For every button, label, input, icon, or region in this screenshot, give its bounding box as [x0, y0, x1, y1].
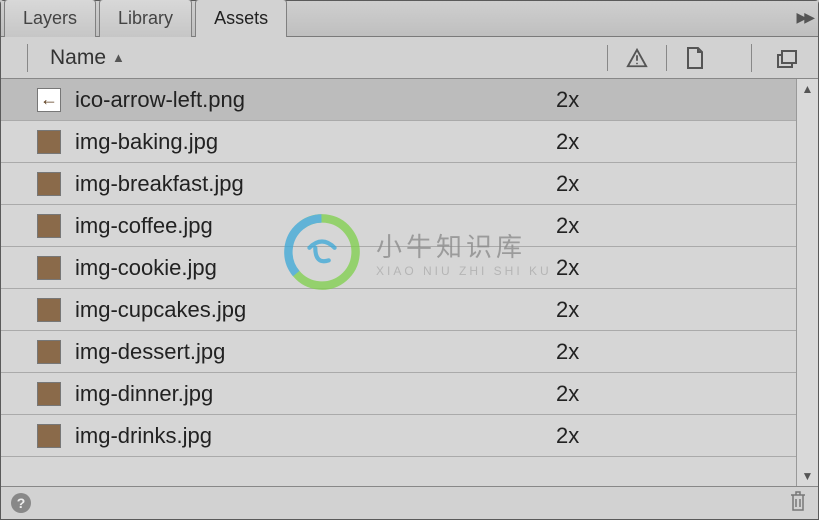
- asset-name: img-cupcakes.jpg: [75, 297, 556, 323]
- asset-name: img-dessert.jpg: [75, 339, 556, 365]
- asset-thumbnail: [37, 214, 61, 238]
- column-separator: [27, 44, 28, 72]
- asset-row[interactable]: ← ico-arrow-left.png2x: [1, 79, 796, 121]
- asset-name: ico-arrow-left.png: [75, 87, 556, 113]
- asset-row[interactable]: img-cupcakes.jpg2x: [1, 289, 796, 331]
- asset-scale: 2x: [556, 423, 796, 449]
- tab-assets[interactable]: Assets: [195, 0, 287, 37]
- asset-name: img-cookie.jpg: [75, 255, 556, 281]
- asset-scale: 2x: [556, 339, 796, 365]
- asset-scale: 2x: [556, 381, 796, 407]
- asset-thumbnail: [37, 424, 61, 448]
- asset-row[interactable]: img-dinner.jpg2x: [1, 373, 796, 415]
- column-separator: [666, 45, 667, 71]
- asset-scale: 2x: [556, 255, 796, 281]
- trash-icon[interactable]: [788, 490, 808, 517]
- vertical-scrollbar[interactable]: ▲ ▼: [796, 79, 818, 486]
- column-separator: [751, 44, 752, 72]
- tab-layers[interactable]: Layers: [4, 0, 96, 37]
- name-column-header[interactable]: Name ▲: [34, 46, 607, 70]
- asset-name: img-drinks.jpg: [75, 423, 556, 449]
- asset-scale: 2x: [556, 171, 796, 197]
- asset-name: img-baking.jpg: [75, 129, 556, 155]
- asset-scale: 2x: [556, 129, 796, 155]
- assets-panel: Layers Library Assets ▶▶ Name ▲ ← ico-arr…: [0, 0, 819, 520]
- asset-row[interactable]: img-coffee.jpg2x: [1, 205, 796, 247]
- scroll-up-icon[interactable]: ▲: [797, 79, 818, 99]
- tab-bar: Layers Library Assets ▶▶: [1, 1, 818, 37]
- sort-ascending-icon: ▲: [112, 50, 125, 65]
- page-icon[interactable]: [685, 46, 705, 70]
- assets-body: ←ico-arrow-left.png2ximg-baking.jpg2ximg…: [1, 79, 818, 487]
- help-button[interactable]: ?: [11, 493, 31, 513]
- collapse-panel-icon[interactable]: ▶▶: [796, 9, 812, 26]
- column-header-row: Name ▲: [1, 37, 818, 79]
- tab-library[interactable]: Library: [99, 0, 192, 37]
- asset-name: img-coffee.jpg: [75, 213, 556, 239]
- column-separator: [607, 45, 608, 71]
- asset-thumbnail: [37, 340, 61, 364]
- asset-name: img-breakfast.jpg: [75, 171, 556, 197]
- asset-row[interactable]: img-dessert.jpg2x: [1, 331, 796, 373]
- asset-thumbnail: [37, 298, 61, 322]
- asset-thumbnail: [37, 130, 61, 154]
- asset-thumbnail: [37, 172, 61, 196]
- asset-thumbnail: [37, 382, 61, 406]
- header-icon-group: [607, 45, 745, 71]
- scroll-down-icon[interactable]: ▼: [797, 466, 818, 486]
- arrow-left-icon: ←: [37, 88, 61, 112]
- panel-footer: ?: [1, 487, 818, 519]
- asset-scale: 2x: [556, 297, 796, 323]
- asset-thumbnail: [37, 256, 61, 280]
- asset-row[interactable]: img-breakfast.jpg2x: [1, 163, 796, 205]
- asset-scale: 2x: [556, 87, 796, 113]
- asset-scale: 2x: [556, 213, 796, 239]
- asset-row[interactable]: img-baking.jpg2x: [1, 121, 796, 163]
- warning-icon[interactable]: [626, 47, 648, 69]
- asset-name: img-dinner.jpg: [75, 381, 556, 407]
- name-column-label: Name: [50, 46, 106, 70]
- asset-row[interactable]: img-drinks.jpg2x: [1, 415, 796, 457]
- stack-icon[interactable]: [776, 47, 800, 69]
- asset-row[interactable]: img-cookie.jpg2x: [1, 247, 796, 289]
- asset-list: ←ico-arrow-left.png2ximg-baking.jpg2ximg…: [1, 79, 796, 486]
